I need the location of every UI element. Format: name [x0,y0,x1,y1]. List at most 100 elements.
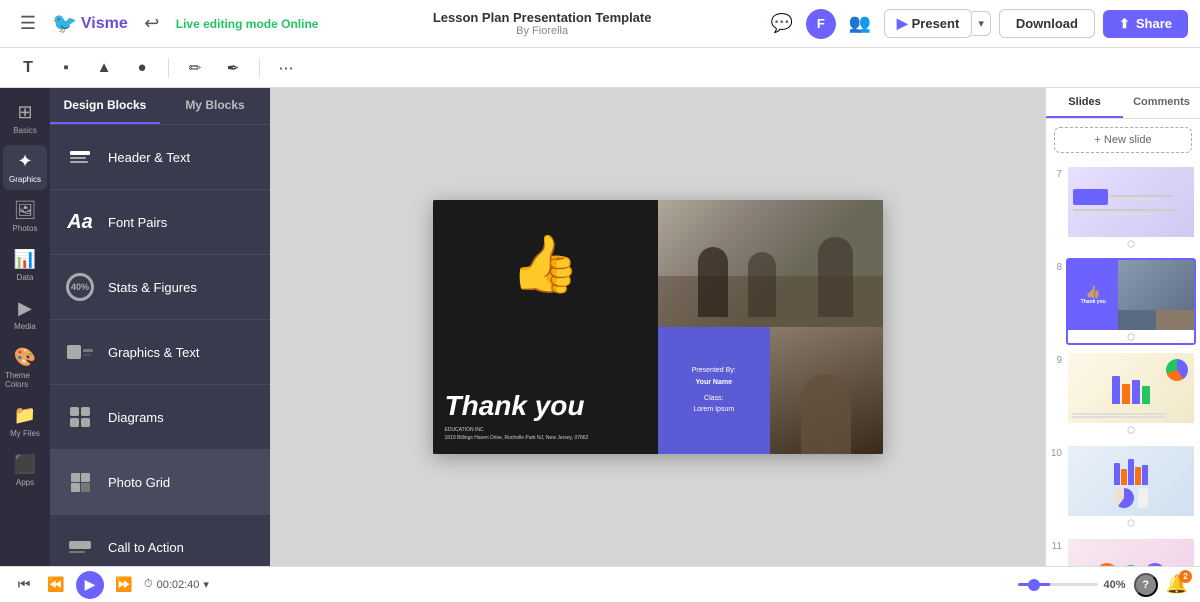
design-panel: Design Blocks My Blocks Header & Text Aa… [50,88,270,566]
office-scene [658,200,883,327]
zoom-control: 40% [1018,579,1126,591]
panel-item-stats-figures[interactable]: 40% Stats & Figures [50,255,270,320]
sidebar-item-my-files[interactable]: 📁 My Files [3,399,47,444]
education-info: EDUCATION INC 1819 Billings Haven Drive,… [445,426,646,442]
share-button[interactable]: ⬆ Share [1103,10,1188,38]
menu-button[interactable]: ☰ [12,8,44,40]
zoom-slider[interactable] [1018,583,1098,586]
slide-thumbnail-8: 👍 Thank you [1068,260,1194,330]
prev-button[interactable]: ⏪ [44,573,68,597]
t8-small-photos [1118,310,1194,330]
help-button[interactable]: ? [1134,573,1158,597]
panel-item-graphics-text[interactable]: Graphics & Text [50,320,270,385]
time-caret: ▾ [203,578,209,591]
document-title: Lesson Plan Presentation Template [433,10,652,25]
sidebar-item-graphics[interactable]: ✦ Graphics [3,145,47,190]
tab-my-blocks[interactable]: My Blocks [160,88,270,124]
slide-canvas[interactable]: 👍 Thank you EDUCATION INC [433,200,883,454]
sidebar-item-theme-colors[interactable]: 🎨 Theme Colors [3,341,47,395]
font-pairs-icon: Aa [64,206,96,238]
theme-colors-icon: 🎨 [14,347,36,368]
avatar: F [806,9,836,39]
triangle-tool[interactable]: ▲ [90,54,118,82]
present-dropdown-button[interactable]: ▾ [972,11,991,36]
hamburger-icon: ☰ [20,13,36,34]
t10-b4 [1135,467,1141,485]
stats-figures-label: Stats & Figures [108,280,197,295]
t10-pie [1114,488,1134,508]
sidebar-item-media[interactable]: ▶ Media [3,292,47,337]
t8-sp2 [1156,310,1194,330]
next-button[interactable]: ⏩ [112,573,136,597]
topbar-right: 💬 F 👥 ▶ Present ▾ Download ⬆ Share [766,8,1188,40]
expand-icon-9: ⬡ [1127,425,1135,436]
slide-number: 8 [1050,258,1062,273]
panel-item-photo-grid[interactable]: Photo Grid [50,450,270,515]
new-slide-button[interactable]: + New slide [1054,127,1192,153]
t10-bar-chart [1114,455,1148,485]
time-value: 00:02:40 [157,579,200,591]
t9-line-2 [1072,416,1166,418]
sidebar-label-photos: Photos [13,224,38,233]
table-row: 7 [1050,165,1196,252]
sidebar-label-basics: Basics [13,126,37,135]
slide-thumb-10[interactable]: ⬡ [1066,444,1196,531]
time-display: ⏱ 00:02:40 ▾ [144,578,209,591]
sidebar-item-photos[interactable]: 🖼 Photos [3,194,47,239]
sidebar-item-data[interactable]: 📊 Data [3,243,47,288]
notifications-badge[interactable]: 🔔 2 [1166,574,1188,595]
rectangle-tool[interactable]: ▪ [52,54,80,82]
download-button[interactable]: Download [999,9,1095,38]
panel-item-diagrams[interactable]: Diagrams [50,385,270,450]
apps-icon: ⬛ [14,454,36,475]
skip-back-button[interactable]: ⏮ [12,573,36,597]
tab-design-blocks[interactable]: Design Blocks [50,88,160,124]
data-icon: 📊 [14,249,36,270]
slide-thumb-8[interactable]: 👍 Thank you [1066,258,1196,345]
slide-number: 10 [1050,444,1062,459]
slide-thumb-7[interactable]: ⬡ [1066,165,1196,252]
slide-thumb-9[interactable]: ⬡ [1066,351,1196,438]
t8-thank-you: Thank you [1081,299,1106,305]
brush-tool[interactable]: ✒ [219,54,247,82]
t8-left-panel: 👍 Thank you [1068,260,1118,330]
sidebar-item-apps[interactable]: ⬛ Apps [3,448,47,493]
tab-comments[interactable]: Comments [1123,88,1200,118]
users-button[interactable]: 👥 [844,8,876,40]
more-tools-button[interactable]: ⋯ [272,54,300,82]
zoom-percent: 40% [1104,579,1126,591]
slide-thumbnail-9 [1068,353,1194,423]
pen-tool[interactable]: ✏ [181,54,209,82]
chat-button[interactable]: 💬 [766,8,798,40]
panel-item-font-pairs[interactable]: Aa Font Pairs [50,190,270,255]
slide-7-action: ⬡ [1068,239,1194,250]
topbar-left: ☰ 🐦 Visme ↩ Live editing mode Online [12,8,318,40]
visme-bird-icon: 🐦 [52,11,77,36]
slide-thumb-11[interactable]: ⬡ [1066,537,1196,566]
toolbar-separator-2 [259,58,260,78]
slide-number: 7 [1050,165,1062,180]
slide-thumbnail-7 [1068,167,1194,237]
canvas-area: 👍 Thank you EDUCATION INC [270,88,1045,566]
sidebar-item-basics[interactable]: ⊞ Basics [3,96,47,141]
toolbar-separator [168,58,169,78]
portrait-photo [770,327,883,454]
circle-tool[interactable]: ● [128,54,156,82]
tab-slides[interactable]: Slides [1046,88,1123,118]
text-tool[interactable]: T [14,54,42,82]
portrait-silhouette [801,374,851,454]
play-button[interactable]: ▶ [76,571,104,599]
panel-item-header-text[interactable]: Header & Text [50,125,270,190]
undo-button[interactable]: ↩ [136,8,168,40]
sidebar-label-media: Media [14,322,36,331]
t9-bar-chart [1108,368,1154,408]
right-panel: Slides Comments + New slide 7 [1045,88,1200,566]
topbar-center: Lesson Plan Presentation Template By Fio… [328,10,755,37]
t8-sp1 [1118,310,1156,330]
bottom-bar: ⏮ ⏪ ▶ ⏩ ⏱ 00:02:40 ▾ 40% ? 🔔 2 [0,566,1200,602]
present-button[interactable]: ▶ Present [884,9,972,38]
playback-controls: ⏮ ⏪ ▶ ⏩ ⏱ 00:02:40 ▾ [12,571,209,599]
cta-label: Call to Action [108,540,184,555]
stats-figures-icon: 40% [64,271,96,303]
panel-item-call-to-action[interactable]: Call to Action [50,515,270,566]
